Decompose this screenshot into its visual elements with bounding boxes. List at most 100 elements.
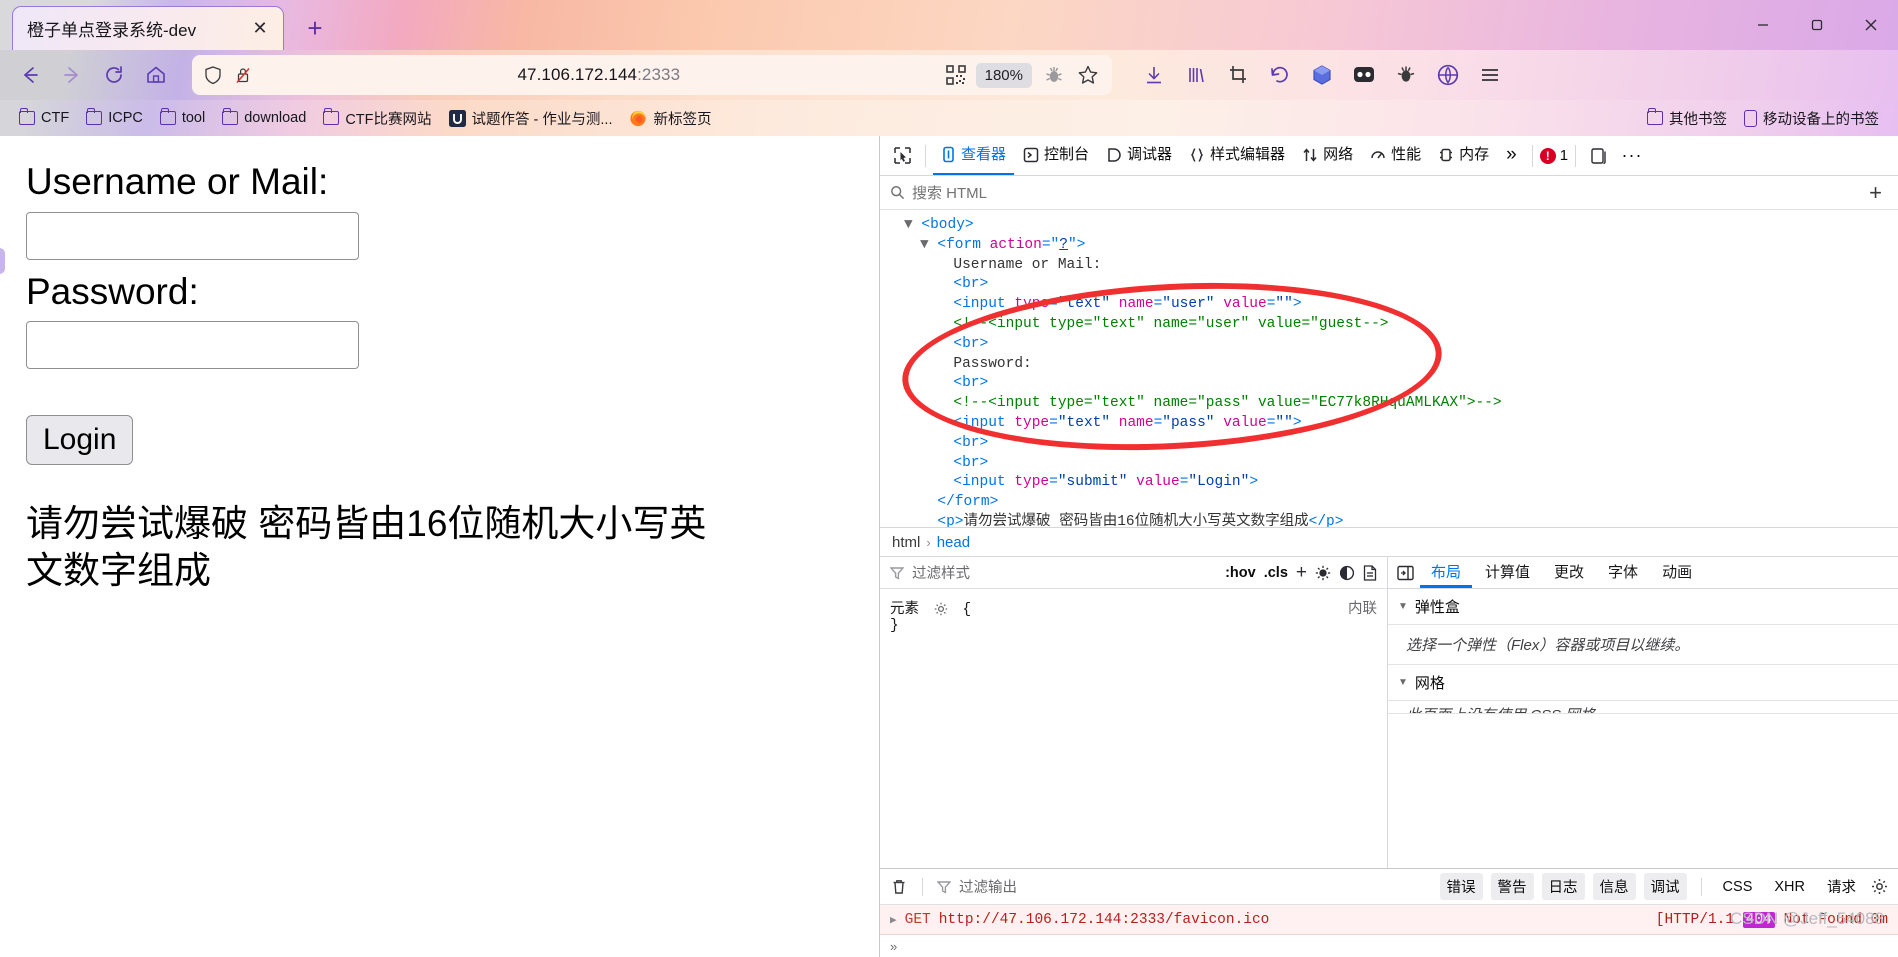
bookmark-item[interactable]: 试题作答 - 作业与测... [442, 105, 620, 132]
cls-button[interactable]: .cls [1264, 565, 1288, 581]
error-count-badge[interactable]: ! 1 [1539, 147, 1568, 164]
console-input-prompt[interactable]: » [880, 935, 1898, 957]
close-tab-icon[interactable]: ✕ [247, 16, 273, 42]
breadcrumb-item-html[interactable]: html [892, 534, 920, 551]
markup-line[interactable]: <input type="submit" value="Login"> [880, 473, 1898, 493]
console-filter-warnings[interactable]: 警告 [1490, 873, 1534, 900]
expand-pane-icon[interactable] [1392, 561, 1418, 585]
layout-tab-computed[interactable]: 计算值 [1474, 557, 1541, 588]
devtools-more-button[interactable]: ··· [1616, 140, 1648, 172]
addon-icon[interactable] [1386, 55, 1426, 95]
console-message-row[interactable]: ▶ GET http://47.106.172.144:2333/favicon… [880, 905, 1898, 935]
bookmark-item[interactable]: tool [153, 107, 212, 129]
back-button[interactable] [10, 55, 50, 95]
markup-line[interactable]: </form> [880, 493, 1898, 513]
home-button[interactable] [136, 55, 176, 95]
bug-icon[interactable] [1038, 59, 1070, 91]
console-filter-info[interactable]: 信息 [1592, 873, 1636, 900]
bookmark-other-bookmarks[interactable]: 其他书签 [1640, 105, 1734, 132]
markup-line[interactable]: ▼ <form action="?"> [880, 236, 1898, 256]
markup-twisty-icon[interactable]: ▼ [920, 237, 937, 253]
gear-icon[interactable] [934, 602, 948, 616]
sidebar-handle[interactable] [0, 248, 5, 274]
bookmark-mobile-bookmarks[interactable]: 移动设备上的书签 [1737, 105, 1886, 132]
address-bar[interactable]: 47.106.172.144:2333 180% [192, 55, 1112, 95]
forward-button[interactable] [52, 55, 92, 95]
password-input[interactable] [26, 321, 359, 370]
undo-icon[interactable] [1260, 55, 1300, 95]
layout-tab-layout[interactable]: 布局 [1420, 557, 1473, 588]
tab-network[interactable]: 网络 [1294, 137, 1361, 175]
library-icon[interactable] [1176, 55, 1216, 95]
grid-section-header[interactable]: ▼ 网格 [1388, 665, 1898, 701]
bookmark-item[interactable]: 新标签页 [622, 105, 718, 132]
tab-memory[interactable]: 内存 [1430, 137, 1497, 175]
console-filter-xhr[interactable]: XHR [1767, 876, 1812, 898]
url-text[interactable]: 47.106.172.144:2333 [260, 65, 938, 85]
markup-line[interactable]: Password: [880, 355, 1898, 375]
markup-line[interactable]: <p>请勿尝试爆破 密码皆由16位随机大小写英文数字组成</p> [880, 513, 1898, 527]
markup-line[interactable]: <input type="text" name="pass" value=""> [880, 414, 1898, 434]
tab-inspector[interactable]: 查看器 [933, 137, 1015, 175]
console-filter-css[interactable]: CSS [1716, 876, 1760, 898]
tab-style-editor[interactable]: 样式编辑器 [1181, 137, 1293, 175]
html-markup-view[interactable]: ▼ <body> ▼ <form action="?"> Username or … [880, 210, 1898, 527]
markup-line[interactable]: <br> [880, 434, 1898, 454]
reload-button[interactable] [94, 55, 134, 95]
minimize-button[interactable] [1736, 0, 1790, 50]
close-window-button[interactable] [1844, 0, 1898, 50]
browser-tab[interactable]: 橙子单点登录系统-dev ✕ [12, 6, 284, 50]
screenshot-icon[interactable] [1218, 55, 1258, 95]
container-icon[interactable] [1302, 55, 1342, 95]
new-tab-button[interactable]: + [298, 11, 332, 45]
bookmark-item[interactable]: CTF比赛网站 [316, 105, 438, 132]
print-preview-icon[interactable] [1363, 564, 1377, 581]
qr-code-icon[interactable] [940, 59, 972, 91]
markup-line[interactable]: <!--<input type="text" name="pass" value… [880, 394, 1898, 414]
markup-line[interactable]: <br> [880, 374, 1898, 394]
console-filter-placeholder[interactable]: 过滤输出 [959, 876, 1017, 897]
add-rule-button[interactable]: + [1296, 562, 1307, 584]
console-filter-errors[interactable]: 错误 [1439, 873, 1483, 900]
rules-filter-placeholder[interactable]: 过滤样式 [912, 562, 970, 583]
add-node-button[interactable]: + [1863, 180, 1888, 206]
star-icon[interactable] [1072, 59, 1104, 91]
layout-tab-animations[interactable]: 动画 [1651, 557, 1703, 588]
dock-icon[interactable] [1583, 140, 1615, 172]
hamburger-menu-icon[interactable] [1470, 55, 1510, 95]
maximize-button[interactable] [1790, 0, 1844, 50]
markup-line[interactable]: <!--<input type="text" name="user" value… [880, 315, 1898, 335]
console-filter-debug[interactable]: 调试 [1643, 873, 1687, 900]
request-url[interactable]: http://47.106.172.144:2333/favicon.ico [939, 912, 1648, 928]
console-filter-logs[interactable]: 日志 [1541, 873, 1585, 900]
expand-message-icon[interactable]: ▶ [890, 913, 897, 927]
layout-tab-changes[interactable]: 更改 [1543, 557, 1595, 588]
tracking-protection-shield-icon[interactable] [204, 65, 222, 85]
hov-button[interactable]: :hov [1225, 565, 1256, 581]
console-filter-requests[interactable]: 请求 [1820, 873, 1863, 900]
element-picker-icon[interactable] [886, 140, 918, 172]
layout-tab-fonts[interactable]: 字体 [1597, 557, 1649, 588]
breadcrumb-item-head[interactable]: head [937, 534, 970, 551]
connection-not-secure-icon[interactable] [234, 65, 252, 85]
markup-line[interactable]: <br> [880, 275, 1898, 295]
devtools-overflow-button[interactable]: » [1498, 137, 1525, 175]
tab-debugger[interactable]: 调试器 [1098, 137, 1180, 175]
markup-twisty-icon[interactable]: ▼ [904, 217, 921, 233]
flexbox-section-header[interactable]: ▼ 弹性盒 [1388, 589, 1898, 625]
html-search-bar[interactable]: 搜索 HTML + [880, 176, 1898, 210]
breadcrumb[interactable]: html › head [880, 527, 1898, 557]
download-icon[interactable] [1134, 55, 1174, 95]
markup-line[interactable]: <br> [880, 335, 1898, 355]
gear-icon[interactable] [1871, 878, 1888, 895]
markup-line[interactable]: <br> [880, 454, 1898, 474]
markup-line[interactable]: ▼ <body> [880, 216, 1898, 236]
trash-icon[interactable] [890, 878, 908, 896]
dark-scheme-icon[interactable] [1339, 565, 1355, 581]
tab-console[interactable]: 控制台 [1015, 137, 1097, 175]
light-scheme-icon[interactable] [1315, 565, 1331, 581]
bookmark-item[interactable]: download [215, 107, 313, 129]
username-input[interactable] [26, 211, 359, 260]
sync-icon[interactable] [1428, 55, 1468, 95]
zoom-level-indicator[interactable]: 180% [975, 62, 1032, 88]
